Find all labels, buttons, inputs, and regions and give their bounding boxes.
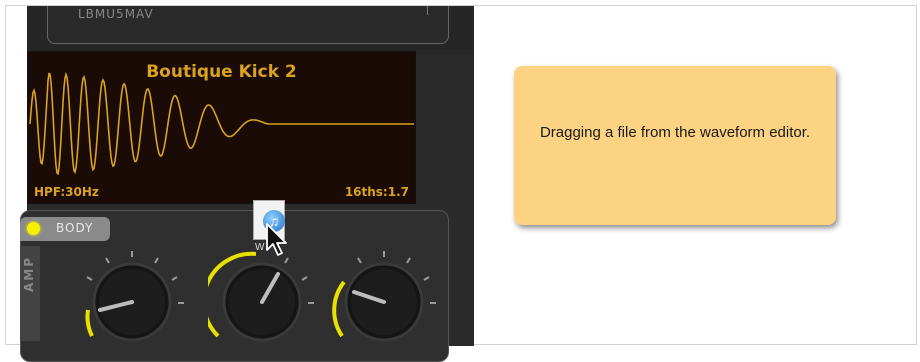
- preset-name: LBMU5MAV: [78, 7, 154, 21]
- annotation-text: Dragging a file from the waveform editor…: [539, 124, 811, 141]
- amp-section-label: AMP: [22, 255, 36, 292]
- amp-knob-1[interactable]: [78, 248, 186, 348]
- annotation-callout: Dragging a file from the waveform editor…: [514, 66, 836, 225]
- preset-selector[interactable]: LBMU5MAV: [47, 6, 449, 44]
- amp-knob-3[interactable]: [330, 248, 438, 348]
- hpf-readout: HPF:30Hz: [34, 185, 99, 199]
- body-section-tab[interactable]: BODY: [20, 217, 110, 241]
- waveform-editor[interactable]: Boutique Kick 2 HPF:30Hz 16ths:1.7: [27, 51, 416, 204]
- amp-knob-2[interactable]: [208, 248, 316, 348]
- preset-divider: [427, 6, 428, 15]
- sixteenths-readout: 16ths:1.7: [344, 185, 409, 199]
- waveform-line: [29, 71, 414, 176]
- sample-name: Boutique Kick 2: [146, 62, 297, 82]
- body-section-label: BODY: [56, 221, 94, 235]
- knob-value-arc: [332, 280, 346, 338]
- arrow-cursor-icon: [266, 223, 287, 256]
- knob-value-arc: [85, 309, 94, 337]
- body-power-led-icon[interactable]: [27, 222, 40, 235]
- dragged-file-label: W: [255, 242, 265, 253]
